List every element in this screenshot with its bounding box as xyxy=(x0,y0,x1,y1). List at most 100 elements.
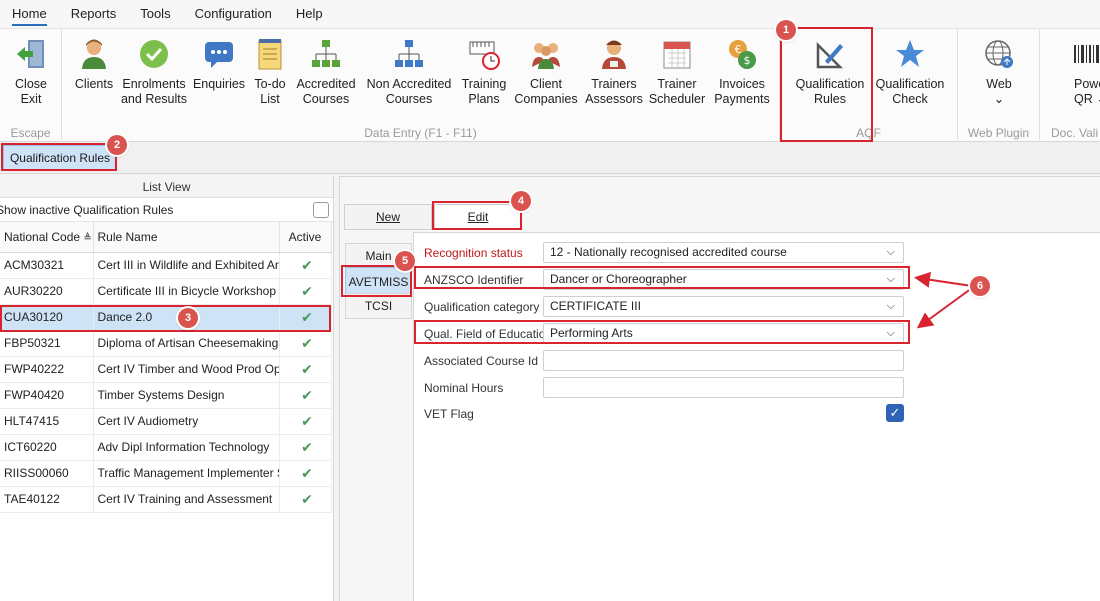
highlight-field-of-education xyxy=(414,320,910,344)
close-exit-button[interactable]: Close Exit xyxy=(6,37,56,107)
cell-code: FBP50321 xyxy=(0,330,94,357)
ribbon-group-label: Escape xyxy=(10,126,51,140)
non-accredited-courses-button[interactable]: Non Accredited Courses xyxy=(364,37,454,107)
cell-code: RIISS00060 xyxy=(0,460,94,487)
table-row[interactable]: ICT60220 Adv Dipl Information Technology ✔ xyxy=(0,434,332,461)
cell-code: FWP40222 xyxy=(0,356,94,383)
step-badge: 2 xyxy=(107,135,127,155)
qualification-category-label: Qualification category xyxy=(424,300,540,314)
svg-text:$: $ xyxy=(744,54,751,67)
accredited-courses-button[interactable]: Accredited Courses xyxy=(294,37,358,107)
highlight-selected-row xyxy=(0,305,331,332)
person-icon xyxy=(82,39,106,69)
menu-tools[interactable]: Tools xyxy=(128,0,182,28)
chevron-down-icon: ⌵ xyxy=(886,246,895,258)
ribbon-group-data-entry: Clients Enrolments and Results Enquiries… xyxy=(62,29,780,143)
coins-icon: € $ xyxy=(729,40,756,69)
cell-name: Cert III in Wildlife and Exhibited Anima… xyxy=(93,252,280,279)
column-header-rule-name[interactable]: Rule Name xyxy=(93,222,280,253)
qualification-check-button[interactable]: Qualification Check xyxy=(870,37,950,107)
todo-list-button[interactable]: To-do List xyxy=(250,37,290,107)
enquiries-button[interactable]: Enquiries xyxy=(192,37,246,92)
calendar-clock-icon xyxy=(469,41,500,70)
list-view-panel: List View Show inactive Qualification Ru… xyxy=(0,176,334,601)
trainers-assessors-button[interactable]: Trainers Assessors xyxy=(582,37,646,107)
globe-icon xyxy=(985,40,1013,68)
menu-reports[interactable]: Reports xyxy=(59,0,129,28)
associated-course-id-label: Associated Course Id xyxy=(424,354,539,368)
trainer-icon xyxy=(602,40,626,69)
group-people-icon xyxy=(532,43,560,69)
show-inactive-checkbox[interactable] xyxy=(313,202,329,218)
menu-help[interactable]: Help xyxy=(284,0,335,28)
cell-code: ACM30321 xyxy=(0,252,94,279)
associated-course-id-input[interactable] xyxy=(543,350,904,371)
list-view-header: List View xyxy=(0,176,333,198)
invoices-payments-button[interactable]: € $ Invoices Payments xyxy=(710,37,774,107)
menu-configuration[interactable]: Configuration xyxy=(183,0,284,28)
ribbon: Close Exit Escape Clients Enrolments and… xyxy=(0,28,1100,143)
calendar-icon xyxy=(663,41,691,69)
nominal-hours-input[interactable] xyxy=(543,377,904,398)
new-button[interactable]: New xyxy=(344,204,432,230)
cell-name: Cert IV Audiometry xyxy=(93,408,280,435)
ribbon-group-label: Web Plugin xyxy=(967,126,1030,140)
step-badge: 3 xyxy=(178,308,198,328)
power-qr-button[interactable]: Powe QR ⌄ xyxy=(1060,37,1100,107)
ribbon-group-web-plugin: Web ⌄ Web Plugin xyxy=(958,29,1040,143)
menu-bar: Home Reports Tools Configuration Help xyxy=(0,0,1100,28)
recognition-status-select[interactable]: 12 - Nationally recognised accredited co… xyxy=(543,242,904,263)
highlight-edit-button xyxy=(432,201,522,230)
column-header-active[interactable]: Active xyxy=(279,222,332,253)
table-row[interactable]: HLT47415 Cert IV Audiometry ✔ xyxy=(0,408,332,435)
star-icon xyxy=(896,40,924,67)
table-row[interactable]: FBP50321 Diploma of Artisan Cheesemaking ✔ xyxy=(0,330,332,357)
cell-name: Adv Dipl Information Technology xyxy=(93,434,280,461)
ribbon-group-label: Doc. Vali xyxy=(1051,126,1099,140)
trainer-scheduler-button[interactable]: Trainer Scheduler xyxy=(648,37,706,107)
clients-button[interactable]: Clients xyxy=(70,37,118,92)
client-companies-button[interactable]: Client Companies xyxy=(514,37,578,107)
table-row[interactable]: TAE40122 Cert IV Training and Assessment ✔ xyxy=(0,486,332,513)
show-inactive-row: Show inactive Qualification Rules xyxy=(0,198,333,222)
cell-name: Certificate III in Bicycle Workshop Oper… xyxy=(93,278,280,305)
qualification-rules-table: National Code ≜ Rule Name Active ACM3032… xyxy=(0,222,332,513)
menu-home[interactable]: Home xyxy=(0,0,59,28)
training-plans-button[interactable]: Training Plans xyxy=(458,37,510,107)
edit-panel: New Edit Main AVETMISS TCSI Recognition … xyxy=(339,176,1100,601)
exit-door-icon xyxy=(17,40,44,68)
notepad-icon xyxy=(258,39,282,70)
check-icon: ✔ xyxy=(279,252,332,279)
cell-name: Traffic Management Implementer Skill Set xyxy=(93,460,280,487)
web-button[interactable]: Web ⌄ xyxy=(974,37,1024,107)
cell-code: TAE40122 xyxy=(0,486,94,513)
ribbon-group-doc-vali: Powe QR ⌄ Doc. Vali xyxy=(1040,29,1100,143)
barcode-icon xyxy=(1074,45,1099,63)
table-row[interactable]: FWP40222Cert IV Timber and Wood Prod Ope… xyxy=(0,356,332,383)
chat-bubble-icon xyxy=(205,42,233,68)
qualification-category-select[interactable]: CERTIFICATE III ⌵ xyxy=(543,296,904,317)
document-tab-strip: Qualification Rules xyxy=(0,142,1100,174)
chevron-down-icon: ⌵ xyxy=(886,300,895,312)
check-icon: ✔ xyxy=(279,434,332,461)
enrolments-button[interactable]: Enrolments and Results xyxy=(120,37,188,107)
table-row[interactable]: FWP40420 Timber Systems Design ✔ xyxy=(0,382,332,409)
show-inactive-label: Show inactive Qualification Rules xyxy=(0,203,174,217)
hierarchy-blue-icon xyxy=(395,40,423,67)
cell-code: HLT47415 xyxy=(0,408,94,435)
table-row[interactable]: AUR30220 Certificate III in Bicycle Works… xyxy=(0,278,332,305)
cell-name: Cert IV Training and Assessment xyxy=(93,486,280,513)
sort-icon: ≜ xyxy=(83,232,92,244)
cell-code: AUR30220 xyxy=(0,278,94,305)
table-row[interactable]: RIISS00060 Traffic Management Implementer… xyxy=(0,460,332,487)
table-row[interactable]: ACM30321 Cert III in Wildlife and Exhibit… xyxy=(0,252,332,279)
vet-flag-checkbox[interactable]: ✓ xyxy=(886,404,904,422)
column-header-national-code[interactable]: National Code ≜ xyxy=(0,222,94,253)
check-icon: ✔ xyxy=(279,460,332,487)
cell-name: Diploma of Artisan Cheesemaking xyxy=(93,330,280,357)
recognition-status-label: Recognition status xyxy=(424,246,523,260)
ribbon-group-escape: Close Exit Escape xyxy=(0,29,62,143)
check-icon: ✔ xyxy=(279,278,332,305)
highlight-anzsco-field xyxy=(414,266,910,289)
vet-flag-label: VET Flag xyxy=(424,407,474,421)
